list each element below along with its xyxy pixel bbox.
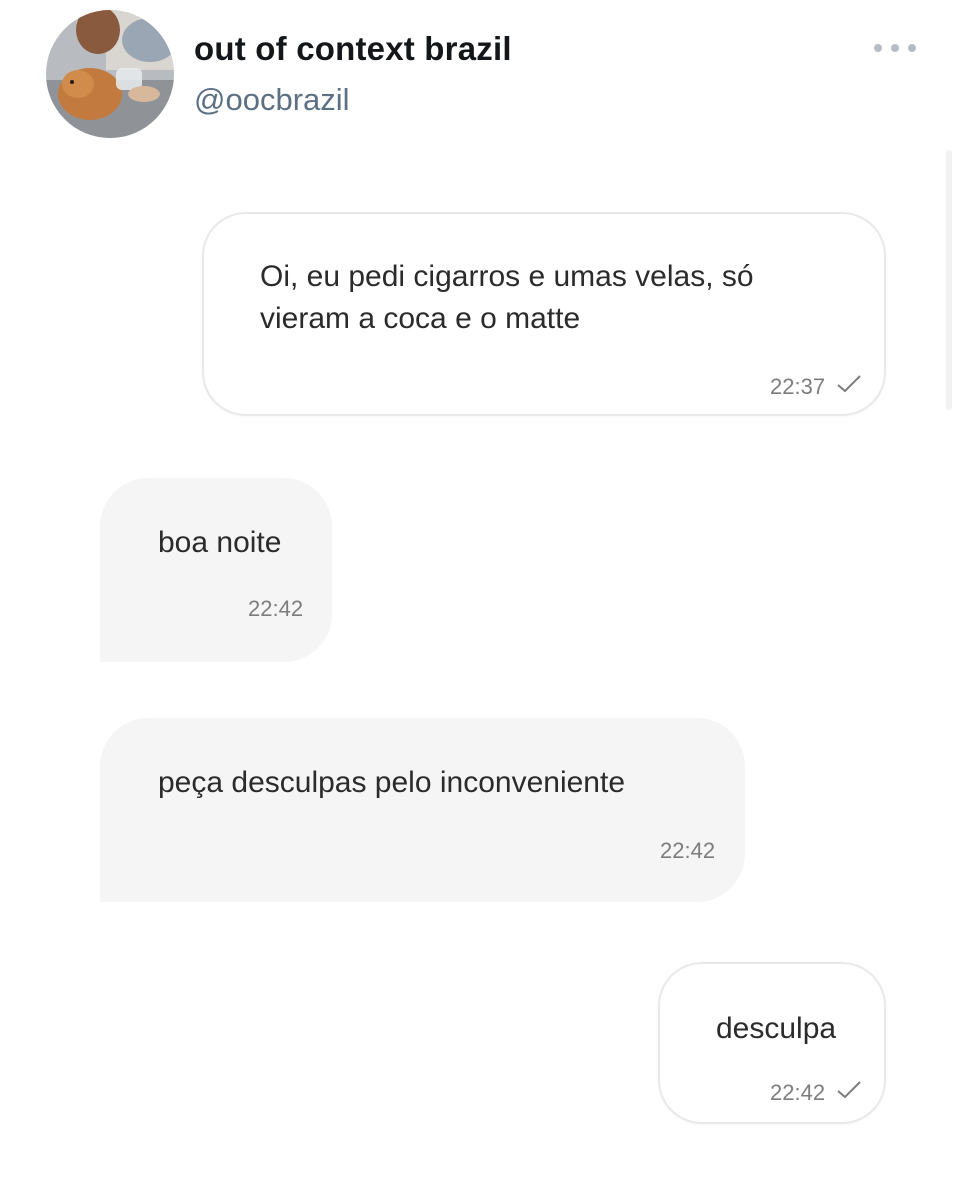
message-text: desculpa: [716, 1012, 837, 1045]
avatar-photo-dog: [46, 10, 174, 138]
avatar[interactable]: [46, 10, 174, 138]
message-time: 22:42: [248, 596, 304, 621]
message-bubble-outgoing: desculpa 22:42: [658, 962, 886, 1124]
scrollbar[interactable]: [946, 150, 952, 410]
check-icon: [837, 1081, 861, 1099]
display-name[interactable]: out of context brazil: [194, 30, 512, 68]
message-time: 22:42: [660, 838, 716, 863]
user-handle[interactable]: @oocbrazil: [194, 82, 350, 118]
message-time: 22:42: [770, 1080, 826, 1105]
message-text: peça desculpas pelo inconveniente: [158, 766, 626, 799]
more-dot: [908, 44, 916, 52]
message-text: boa noite: [158, 526, 282, 559]
message-text-line: vieram a coca e o matte: [260, 302, 581, 335]
check-icon: [837, 375, 861, 393]
tweet-header: out of context brazil @oocbrazil: [0, 0, 961, 150]
message-bubble-outgoing: Oi, eu pedi cigarros e umas velas, só vi…: [202, 212, 886, 416]
message-bubble-incoming: peça desculpas pelo inconveniente 22:42: [100, 718, 745, 902]
more-horizontal-icon[interactable]: [874, 36, 916, 60]
message-time: 22:37: [770, 374, 826, 399]
message-text-line: Oi, eu pedi cigarros e umas velas, só: [260, 260, 754, 293]
message-bubble-incoming: boa noite 22:42: [100, 478, 332, 662]
more-dot: [874, 44, 882, 52]
message-text: Oi, eu pedi cigarros e umas velas, só vi…: [260, 256, 754, 340]
more-dot: [891, 44, 899, 52]
